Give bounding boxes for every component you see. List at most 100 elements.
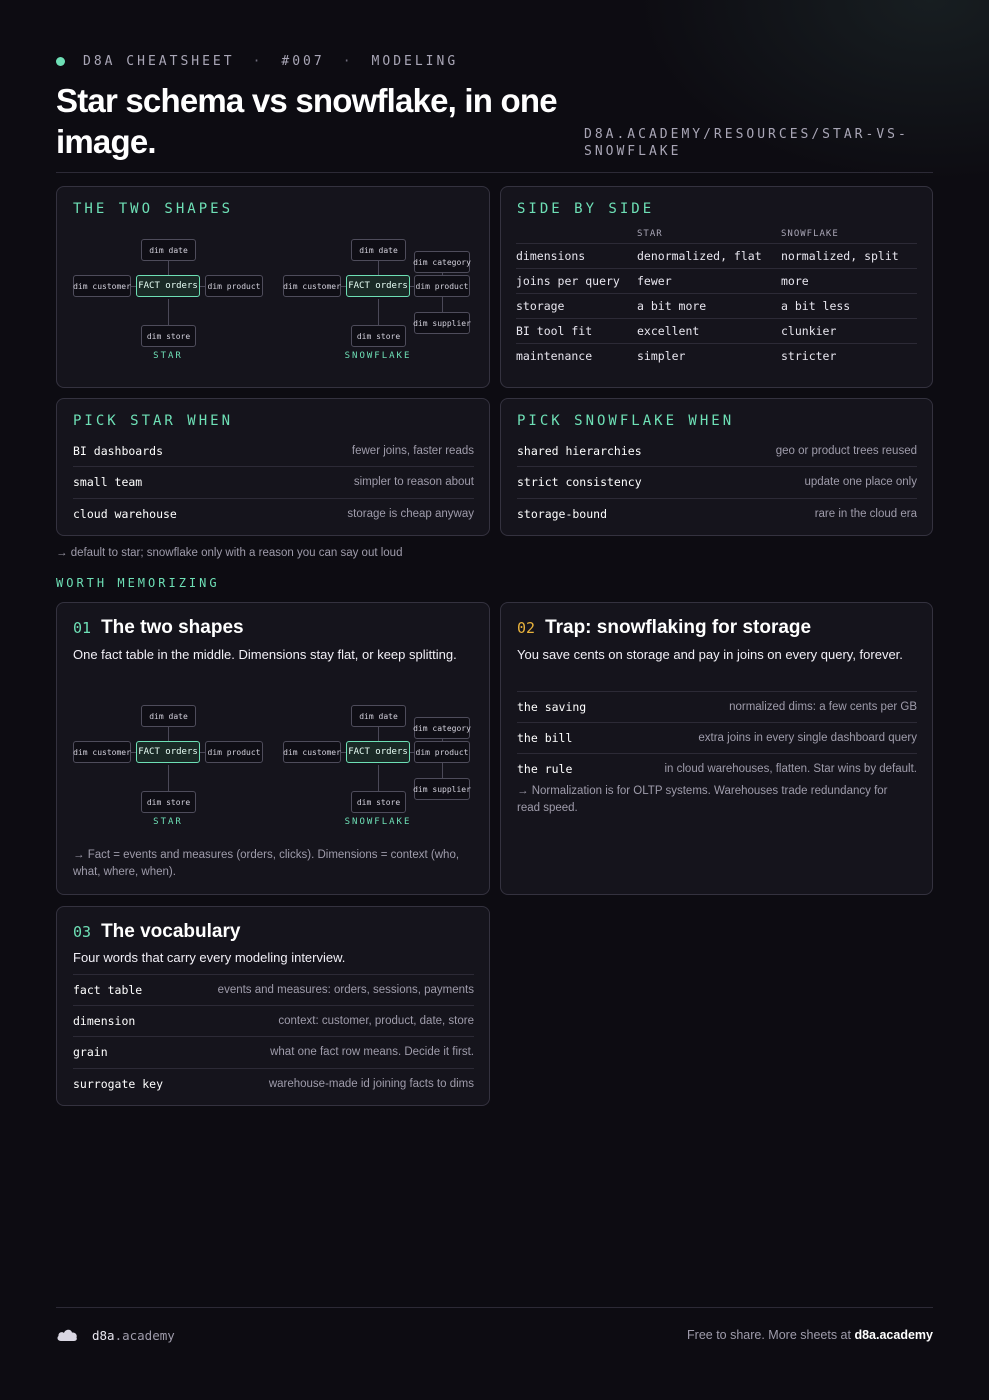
card-heading: PICK STAR WHEN (73, 413, 234, 429)
connector-line (378, 765, 379, 791)
schema-diagram: dim date FACT orders dim customer dim produ… (73, 239, 473, 379)
table-row: storage a bit more a bit less (516, 293, 917, 318)
card-heading: PICK SNOWFLAKE WHEN (517, 413, 735, 429)
fact-orders-node: FACT orders (136, 275, 200, 297)
card-title-text: The vocabulary (101, 921, 241, 942)
list-item: the rule in cloud warehouses, flatten. S… (517, 753, 917, 784)
column-header-snowflake: SNOWFLAKE (781, 229, 839, 239)
table-row: dimensions denormalized, flat normalized… (516, 243, 917, 268)
dim-customer-node: dim customer (73, 741, 131, 763)
footer-brand[interactable]: d8a.academy (56, 1328, 175, 1343)
cell-snowflake: clunkier (781, 324, 837, 338)
cell-star: fewer (637, 274, 672, 288)
card-number: 02 (517, 619, 536, 637)
table-row: maintenance simpler stricter (516, 343, 917, 368)
dim-supplier-node: dim supplier (413, 778, 471, 800)
eyebrow-brand: D8A CHEATSHEET (83, 54, 235, 69)
eyebrow-number: #007 (281, 54, 325, 69)
card-title: 01 The two shapes (73, 617, 244, 639)
dim-date-node: dim date (351, 705, 406, 727)
item-value: warehouse-made id joining facts to dims (268, 1078, 474, 1090)
cell-snowflake: stricter (781, 349, 837, 363)
dim-category-node: dim category (413, 717, 471, 739)
dim-product-node: dim product (414, 275, 470, 297)
default-note: → default to star; snowflake only with a… (56, 547, 403, 559)
eyebrow-separator: · (252, 54, 264, 69)
item-value: extra joins in every single dashboard qu… (698, 732, 917, 744)
list-item: surrogate key warehouse-made id joining … (73, 1068, 474, 1099)
card-description: Four words that carry every modeling int… (73, 950, 346, 965)
table-row: joins per query fewer more (516, 268, 917, 293)
card-number: 01 (73, 619, 92, 637)
item-value: what one fact row means. Decide it first… (270, 1046, 474, 1058)
card-two-shapes: 01 The two shapes One fact table in the … (56, 602, 490, 895)
footer-link[interactable]: d8a.academy (854, 1328, 933, 1342)
fact-orders-node: FACT orders (346, 741, 410, 763)
brand-domain: .academy (114, 1327, 175, 1343)
comparison-table: STAR SNOWFLAKE dimensions denormalized, … (516, 225, 917, 368)
star-caption: STAR (153, 817, 183, 827)
item-value: storage is cheap anyway (347, 508, 474, 520)
item-key: BI dashboards (73, 443, 164, 458)
eyebrow: D8A CHEATSHEET · #007 · MODELING (56, 54, 458, 69)
footer-divider (56, 1307, 933, 1308)
list-item: BI dashboards fewer joins, faster reads (73, 435, 474, 466)
cloud-logo-icon (57, 1329, 77, 1341)
item-value: update one place only (804, 476, 917, 488)
card-trap: 02 Trap: snowflaking for storage You sav… (500, 602, 933, 895)
item-value: events and measures: orders, sessions, p… (217, 984, 474, 996)
cell-snowflake: normalized, split (781, 249, 899, 263)
item-key: grain (73, 1045, 108, 1059)
card-vocabulary: 03 The vocabulary Four words that carry … (56, 906, 490, 1106)
table-header: STAR SNOWFLAKE (516, 225, 917, 243)
dim-customer-node: dim customer (283, 275, 341, 297)
eyebrow-separator: · (342, 54, 354, 69)
footer: d8a.academy Free to share. More sheets a… (56, 1320, 933, 1350)
list-item: storage-bound rare in the cloud era (517, 498, 917, 529)
card-note: → Normalization is for OLTP systems. War… (517, 785, 888, 814)
two-shapes-card: THE TWO SHAPES dim date FACT orders dim cu… (56, 186, 490, 388)
side-by-side-card: SIDE BY SIDE STAR SNOWFLAKE dimensions d… (500, 186, 933, 388)
item-value: in cloud warehouses, flatten. Star wins … (664, 763, 917, 775)
table-row: BI tool fit excellent clunkier (516, 318, 917, 343)
card-title: 03 The vocabulary (73, 921, 240, 943)
item-key: the saving (517, 700, 587, 714)
dim-store-node: dim store (351, 791, 406, 813)
item-key: small team (73, 475, 143, 489)
cell-star: denormalized, flat (637, 249, 762, 263)
header-divider (56, 172, 933, 173)
list-item: the bill extra joins in every single das… (517, 722, 917, 753)
card-title: 02 Trap: snowflaking for storage (517, 617, 811, 639)
pick-snowflake-card: PICK SNOWFLAKE WHEN shared hierarchies g… (500, 398, 933, 536)
dim-date-node: dim date (351, 239, 406, 261)
item-value: rare in the cloud era (814, 508, 917, 520)
item-value: simpler to reason about (353, 476, 474, 488)
cell-snowflake: more (781, 274, 809, 288)
card-heading: THE TWO SHAPES (73, 201, 234, 217)
schema-diagram: dim date FACT orders dim customer dim produ… (73, 705, 473, 845)
connector-line (168, 725, 169, 741)
dim-date-node: dim date (141, 239, 196, 261)
cell-star: a bit more (637, 299, 707, 313)
card-note: → Fact = events and measures (orders, cl… (73, 849, 460, 878)
connector-line (378, 299, 379, 325)
card-description: One fact table in the middle. Dimensions… (73, 647, 457, 662)
item-value: geo or product trees reused (775, 444, 917, 457)
card-title-text: The two shapes (101, 617, 244, 638)
fact-orders-node: FACT orders (346, 275, 410, 297)
list-item: dimension context: customer, product, da… (73, 1005, 474, 1036)
card-heading: SIDE BY SIDE (517, 201, 655, 217)
item-key: strict consistency (517, 475, 642, 489)
connector-line (168, 299, 169, 325)
fact-orders-node: FACT orders (136, 741, 200, 763)
snowflake-caption: SNOWFLAKE (344, 351, 412, 361)
eyebrow-topic: MODELING (371, 54, 459, 69)
connector-line (378, 259, 379, 275)
resource-url[interactable]: D8A.ACADEMY/RESOURCES/STAR-VS-SNOWFLAKE (584, 126, 934, 160)
item-value: normalized dims: a few cents per GB (729, 701, 917, 713)
row-label: joins per query (516, 274, 620, 288)
dim-product-node: dim product (205, 275, 263, 297)
footer-text: Free to share. More sheets at (687, 1328, 855, 1342)
dim-store-node: dim store (141, 791, 196, 813)
item-key: the rule (517, 762, 573, 776)
